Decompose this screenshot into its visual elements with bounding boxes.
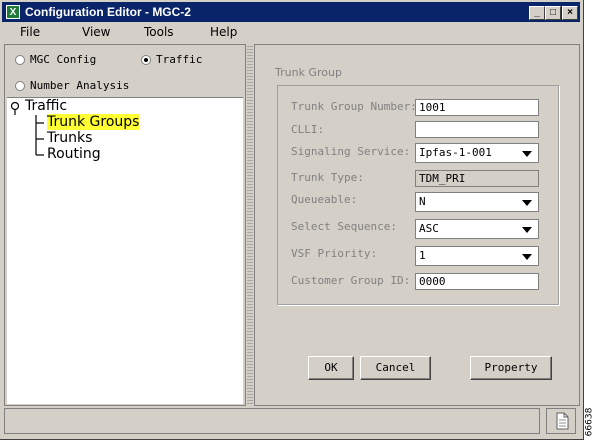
radio-button-icon[interactable] [15, 81, 25, 91]
signaling-service-select[interactable]: Ipfas-1-001 [415, 143, 539, 163]
dropdown-arrow-icon[interactable] [522, 227, 532, 233]
ok-button[interactable]: OK [308, 356, 354, 380]
clli-input[interactable] [415, 121, 539, 138]
minimize-button[interactable]: _ [529, 6, 545, 20]
figure-number-text: 66638 [584, 407, 595, 437]
vsf-priority-value: 1 [419, 249, 426, 262]
configuration-editor-window: X Configuration Editor - MGC-2 _ □ × Fil… [0, 0, 584, 440]
queueable-label: Queueable: [291, 193, 358, 206]
trunk-type-label: Trunk Type: [291, 171, 364, 184]
customer-group-id-label: Customer Group ID: [291, 274, 411, 287]
app-icon[interactable]: X [6, 5, 20, 19]
select-sequence-select[interactable]: ASC [415, 219, 539, 239]
queueable-value: N [419, 195, 426, 208]
menu-file[interactable]: File [20, 25, 40, 39]
menu-tools[interactable]: Tools [144, 25, 174, 39]
figure-number: 66638 [584, 405, 597, 439]
traffic-tree: Traffic Trunk Groups Trunks Routing [7, 97, 243, 404]
menu-view[interactable]: View [82, 25, 110, 39]
window-title: Configuration Editor - MGC-2 [25, 5, 191, 19]
radio-mgc-config[interactable]: MGC Config [15, 53, 96, 66]
radio-button-icon[interactable] [15, 55, 25, 65]
radio-button-selected-icon[interactable] [141, 55, 151, 65]
details-pane: Trunk Group Trunk Group Number: 1001 CLL… [254, 44, 580, 406]
expanded-node-icon [10, 101, 20, 111]
queueable-select[interactable]: N [415, 192, 539, 212]
tree-node-trunks[interactable]: Trunks [47, 130, 92, 146]
customer-group-id-input[interactable]: 0000 [415, 273, 539, 290]
status-message-field [4, 408, 540, 434]
trunk-group-title: Trunk Group [275, 66, 342, 79]
tree-node-trunk-groups[interactable]: Trunk Groups [47, 114, 140, 130]
select-sequence-value: ASC [419, 222, 439, 235]
radio-traffic[interactable]: Traffic [141, 53, 202, 66]
property-button[interactable]: Property [470, 356, 552, 380]
tree-node-traffic[interactable]: Traffic [25, 98, 67, 114]
tree-node-routing[interactable]: Routing [47, 146, 101, 162]
trunk-group-number-input[interactable]: 1001 [415, 99, 539, 116]
trunk-group-number-label: Trunk Group Number: [291, 100, 417, 113]
vsf-priority-label: VSF Priority: [291, 247, 378, 260]
vsf-priority-select[interactable]: 1 [415, 246, 539, 266]
signaling-service-label: Signaling Service: [291, 145, 411, 158]
title-bar: X Configuration Editor - MGC-2 _ □ × [2, 2, 580, 22]
menu-bar: File View Tools Help [2, 23, 580, 42]
cancel-button[interactable]: Cancel [360, 356, 431, 380]
clli-label: CLLI: [291, 123, 325, 136]
close-button[interactable]: × [562, 6, 578, 20]
navigation-pane: MGC Config Traffic Number Analysis Traff… [4, 44, 246, 406]
status-bar [4, 408, 580, 436]
dropdown-arrow-icon[interactable] [522, 254, 532, 260]
status-icon-box[interactable] [546, 408, 576, 434]
signaling-service-value: Ipfas-1-001 [419, 146, 492, 159]
radio-number-analysis-label: Number Analysis [30, 79, 130, 92]
dropdown-arrow-icon[interactable] [522, 200, 532, 206]
trunk-type-value: TDM_PRI [415, 170, 539, 187]
dropdown-arrow-icon[interactable] [522, 151, 532, 157]
maximize-button[interactable]: □ [545, 6, 561, 20]
menu-help[interactable]: Help [210, 25, 237, 39]
select-sequence-label: Select Sequence: [291, 220, 397, 233]
radio-number-analysis[interactable]: Number Analysis [15, 79, 129, 92]
radio-traffic-label: Traffic [156, 53, 203, 66]
pane-splitter[interactable] [247, 44, 253, 406]
document-icon[interactable] [547, 409, 575, 433]
radio-mgc-config-label: MGC Config [30, 53, 97, 66]
